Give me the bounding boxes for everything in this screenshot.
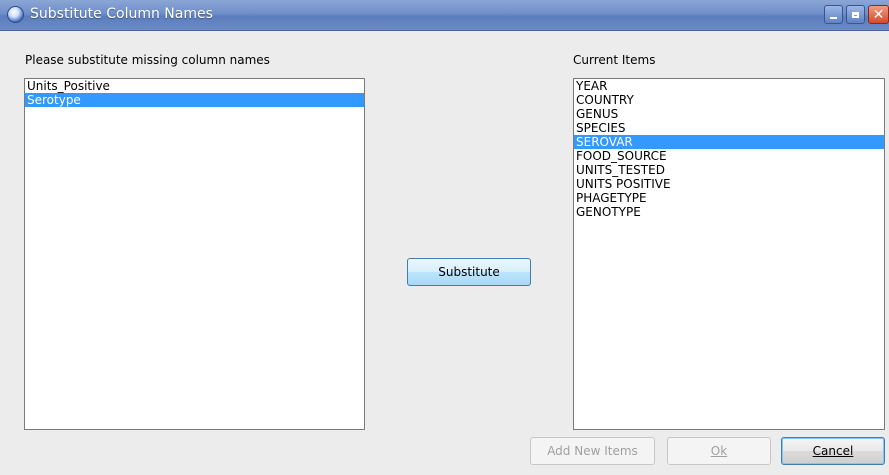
close-icon: ✕ bbox=[872, 6, 885, 23]
title-bar[interactable]: Substitute Column Names ✕ bbox=[0, 0, 889, 31]
maximize-icon bbox=[852, 11, 859, 18]
current-items-listbox[interactable]: YEAR COUNTRY GENUS SPECIES SEROVAR FOOD_SOURC… bbox=[573, 78, 885, 430]
current-item-item[interactable]: SEROVAR bbox=[574, 135, 884, 149]
current-items-label: Current Items bbox=[573, 53, 656, 67]
missing-columns-listbox[interactable]: Units_Positive Serotype bbox=[24, 78, 365, 430]
ok-button-label: Ok bbox=[710, 444, 728, 458]
current-item-item[interactable]: SPECIES bbox=[574, 121, 884, 135]
app-icon bbox=[8, 7, 23, 22]
ok-button[interactable]: Ok bbox=[667, 437, 771, 465]
cancel-button[interactable]: Cancel bbox=[781, 437, 885, 465]
add-new-items-button[interactable]: Add New Items bbox=[530, 437, 655, 465]
current-item-item[interactable]: YEAR bbox=[574, 79, 884, 93]
current-item-item[interactable]: FOOD_SOURCE bbox=[574, 149, 884, 163]
window-title: Substitute Column Names bbox=[30, 6, 213, 22]
substitute-button[interactable]: Substitute bbox=[407, 258, 531, 286]
minimize-icon bbox=[830, 16, 837, 19]
current-item-item[interactable]: COUNTRY bbox=[574, 93, 884, 107]
missing-column-item[interactable]: Serotype bbox=[25, 93, 364, 107]
close-button[interactable]: ✕ bbox=[868, 5, 889, 24]
current-item-item[interactable]: UNITS POSITIVE bbox=[574, 177, 884, 191]
substitute-column-names-dialog: Substitute Column Names ✕ Please substit… bbox=[0, 0, 889, 475]
current-item-item[interactable]: UNITS_TESTED bbox=[574, 163, 884, 177]
current-item-item[interactable]: PHAGETYPE bbox=[574, 191, 884, 205]
current-item-item[interactable]: GENOTYPE bbox=[574, 205, 884, 219]
minimize-button[interactable] bbox=[824, 5, 843, 24]
current-item-item[interactable]: GENUS bbox=[574, 107, 884, 121]
missing-column-item[interactable]: Units_Positive bbox=[25, 79, 364, 93]
missing-columns-label: Please substitute missing column names bbox=[25, 53, 270, 67]
cancel-button-label: Cancel bbox=[812, 444, 854, 458]
maximize-button[interactable] bbox=[846, 5, 865, 24]
